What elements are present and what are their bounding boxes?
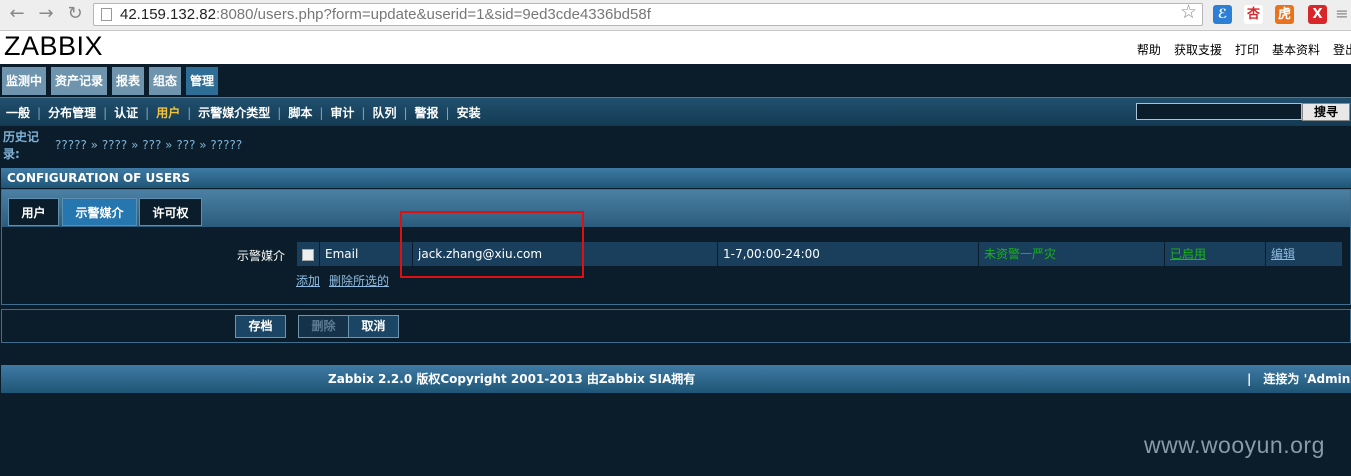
media-type: Email xyxy=(320,242,412,266)
separator: | xyxy=(103,106,108,120)
media-label: 示警媒介 xyxy=(237,249,286,263)
watermark: www.wooyun.org xyxy=(1144,432,1325,458)
main-menu: 监测中 资产记录 报表 组态 管理 xyxy=(0,64,1351,97)
menu-inventory[interactable]: 资产记录 xyxy=(51,67,108,95)
tabs-bar: 用户 示警媒介 许可权 xyxy=(2,190,1350,227)
media-checkbox-cell xyxy=(297,242,319,266)
media-action-cell: 编辑 xyxy=(1266,242,1342,266)
menu-icon[interactable]: ≡ xyxy=(1331,3,1351,25)
separator: | xyxy=(403,106,408,120)
save-button[interactable]: 存档 xyxy=(235,315,286,338)
footer: Zabbix 2.2.0 版权Copyright 2001-2013 由Zabb… xyxy=(1,365,1351,393)
footer-user: 连接为 'Admin' xyxy=(1263,372,1351,386)
support-link[interactable]: 获取支援 xyxy=(1174,43,1222,57)
menu-administration[interactable]: 管理 xyxy=(186,67,219,95)
separator: | xyxy=(277,106,282,120)
tab-user[interactable]: 用户 xyxy=(8,198,59,226)
form-buttons: 存档 删除 取消 xyxy=(1,309,1351,343)
url-text[interactable]: 42.159.132.82:8080/users.php?form=update… xyxy=(120,6,651,23)
cancel-button[interactable]: 取消 xyxy=(348,315,399,338)
zabbix-header: ZABBIX 帮助 获取支援 打印 基本资料 登出 xyxy=(0,31,1351,64)
help-link[interactable]: 帮助 xyxy=(1137,43,1161,57)
submenu-authentication[interactable]: 认证 xyxy=(114,106,138,120)
submenu-dm[interactable]: 分布管理 xyxy=(48,106,96,120)
submenu-scripts[interactable]: 脚本 xyxy=(288,106,312,120)
separator: | xyxy=(145,106,150,120)
media-when-active: 1-7,00:00-24:00 xyxy=(718,242,978,266)
search-input[interactable] xyxy=(1136,103,1302,120)
submenu-media-types[interactable]: 示警媒介类型 xyxy=(198,106,270,120)
tab-media[interactable]: 示警媒介 xyxy=(62,198,137,226)
address-bar[interactable]: 42.159.132.82:8080/users.php?form=update… xyxy=(93,3,1203,26)
back-icon[interactable]: ← xyxy=(6,3,28,25)
submenu-general[interactable]: 一般 xyxy=(6,106,30,120)
zabbix-logo[interactable]: ZABBIX xyxy=(4,31,103,62)
separator: | xyxy=(187,106,192,120)
footer-connected: | 连接为 'Admin' xyxy=(1247,365,1351,393)
search-button[interactable]: 搜寻 xyxy=(1302,103,1350,121)
submenu-queue[interactable]: 队列 xyxy=(372,106,396,120)
sub-menu: 一般 | 分布管理 | 认证 | 用户 | 示警媒介类型 | 脚本 | 审计 | 队列 | 警报 | 安装 搜寻 xyxy=(0,97,1351,126)
submenu-installation[interactable]: 安装 xyxy=(457,106,481,120)
media-edit-link[interactable]: 编辑 xyxy=(1271,247,1295,261)
separator: | xyxy=(319,106,324,120)
tab-permissions[interactable]: 许可权 xyxy=(139,198,202,226)
highlight-box xyxy=(400,211,584,278)
print-link[interactable]: 打印 xyxy=(1235,43,1259,57)
extension-1-icon[interactable]: ℰ xyxy=(1213,5,1232,24)
media-status-cell: 已启用 xyxy=(1165,242,1265,266)
footer-copyright: Zabbix 2.2.0 版权Copyright 2001-2013 由Zabb… xyxy=(328,372,696,386)
media-checkbox[interactable] xyxy=(302,249,314,261)
page-icon xyxy=(101,8,112,21)
history-bar: 历史记录: ????? » ???? » ??? » ??? » ????? xyxy=(0,126,1351,168)
user-form-panel: 用户 示警媒介 许可权 示警媒介 Email jack.zhang@xiu.co… xyxy=(1,189,1351,305)
logout-link[interactable]: 登出 xyxy=(1333,43,1351,57)
footer-separator: | xyxy=(1247,372,1252,386)
separator: | xyxy=(445,106,450,120)
extension-4-icon[interactable]: X xyxy=(1308,5,1327,24)
media-actions: 添加 删除所选的 xyxy=(296,272,398,289)
separator: | xyxy=(361,106,366,120)
submenu-audit[interactable]: 审计 xyxy=(330,106,354,120)
history-path[interactable]: ????? » ???? » ??? » ??? » ????? xyxy=(55,138,242,152)
separator: | xyxy=(37,106,42,120)
submenu-users[interactable]: 用户 xyxy=(156,106,180,120)
history-label: 历史记录: xyxy=(3,130,40,161)
profile-link[interactable]: 基本资料 xyxy=(1272,43,1320,57)
delete-selected-link[interactable]: 删除所选的 xyxy=(329,274,389,288)
media-status-link[interactable]: 已启用 xyxy=(1170,247,1206,261)
extension-3-icon[interactable]: 虎 xyxy=(1275,5,1294,24)
media-severity: 未资警一严灾 xyxy=(979,242,1164,266)
url-path: :8080/users.php?form=update&userid=1&sid… xyxy=(215,6,651,23)
menu-reports[interactable]: 报表 xyxy=(112,67,145,95)
reload-icon[interactable]: ↻ xyxy=(64,3,86,25)
extension-2-icon[interactable]: 杏 xyxy=(1244,5,1263,24)
browser-toolbar: ← → ↻ 42.159.132.82:8080/users.php?form=… xyxy=(0,0,1351,31)
delete-button[interactable]: 删除 xyxy=(298,315,349,338)
bookmark-star-icon[interactable]: ☆ xyxy=(1180,1,1197,23)
submenu-notifications[interactable]: 警报 xyxy=(415,106,439,120)
add-media-link[interactable]: 添加 xyxy=(296,274,320,288)
page-title: CONFIGURATION OF USERS xyxy=(1,168,1351,188)
top-links: 帮助 获取支援 打印 基本资料 登出 xyxy=(1124,41,1351,58)
url-host: 42.159.132.82 xyxy=(120,6,216,23)
forward-icon[interactable]: → xyxy=(35,3,57,25)
menu-configuration[interactable]: 组态 xyxy=(149,67,182,95)
menu-monitoring[interactable]: 监测中 xyxy=(2,67,47,95)
